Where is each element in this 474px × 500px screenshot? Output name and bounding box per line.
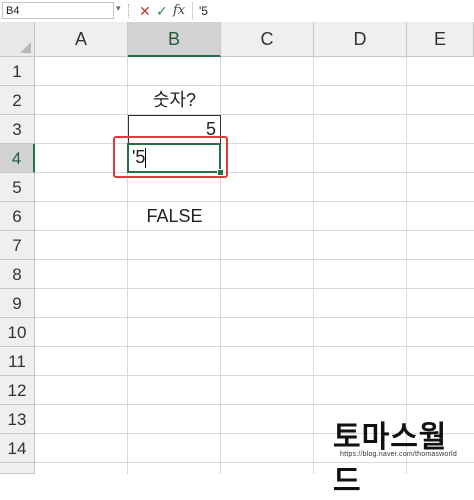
row-header-13[interactable]: 13	[0, 405, 35, 434]
formula-bar-separator	[128, 4, 131, 18]
row-header-12[interactable]: 12	[0, 376, 35, 405]
row-header-3[interactable]: 3	[0, 115, 35, 144]
formula-input[interactable]: '5	[192, 2, 472, 20]
cell-b2[interactable]: 숫자?	[128, 86, 221, 115]
row-header-7[interactable]: 7	[0, 231, 35, 260]
insert-function-icon[interactable]: fx	[173, 2, 185, 20]
watermark-url: https://blog.naver.com/thomasworld	[340, 451, 457, 458]
row-header-10[interactable]: 10	[0, 318, 35, 347]
select-all-triangle-icon	[20, 42, 31, 53]
enter-icon[interactable]: ✓	[156, 2, 168, 20]
name-box[interactable]: B4	[2, 2, 114, 19]
row-header-5[interactable]: 5	[0, 173, 35, 202]
row-header-11[interactable]: 11	[0, 347, 35, 376]
spreadsheet-grid: A B C D E 1 2 3 4 5 6 7 8 9 10 11 12 13 …	[0, 22, 474, 474]
cancel-icon[interactable]: ✕	[139, 2, 151, 20]
row-header-2[interactable]: 2	[0, 86, 35, 115]
row-header-8[interactable]: 8	[0, 260, 35, 289]
highlight-annotation	[113, 136, 228, 178]
row-header-15[interactable]	[0, 463, 35, 474]
column-header-b[interactable]: B	[128, 22, 221, 57]
name-box-dropdown-icon[interactable]: ▾	[116, 3, 121, 14]
column-header-d[interactable]: D	[314, 22, 407, 57]
formula-bar: B4 ▾ ✕ ✓ fx '5	[0, 0, 474, 23]
row-header-1[interactable]: 1	[0, 57, 35, 86]
row-header-14[interactable]: 14	[0, 434, 35, 463]
column-header-e[interactable]: E	[407, 22, 474, 57]
cell-b6[interactable]: FALSE	[128, 202, 221, 231]
row-header-4[interactable]: 4	[0, 144, 35, 173]
row-header-6[interactable]: 6	[0, 202, 35, 231]
row-header-9[interactable]: 9	[0, 289, 35, 318]
select-all-button[interactable]	[0, 22, 35, 57]
column-header-a[interactable]: A	[35, 22, 128, 57]
column-header-c[interactable]: C	[221, 22, 314, 57]
